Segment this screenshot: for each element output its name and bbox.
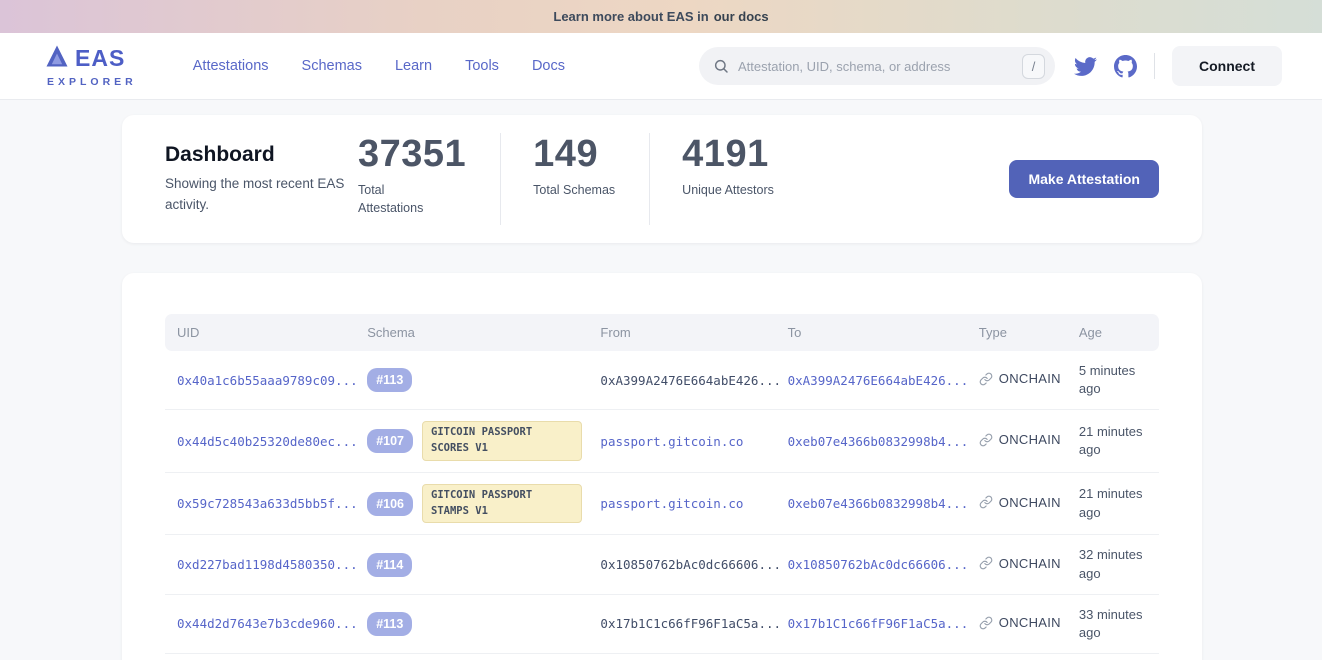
make-attestation-button[interactable]: Make Attestation (1009, 160, 1159, 198)
stat-unique-attestors: 4191 Unique Attestors (682, 133, 774, 225)
header: EAS EXPLORER Attestations Schemas Learn … (0, 33, 1322, 100)
stat-value: 37351 (358, 133, 466, 177)
chain-link-icon (979, 433, 993, 447)
twitter-icon[interactable] (1074, 55, 1097, 78)
connect-button[interactable]: Connect (1172, 46, 1282, 86)
nav-tools[interactable]: Tools (465, 58, 499, 74)
uid-link[interactable]: 0x59c728543a633d5bb5f... (177, 496, 358, 511)
column-header-type: Type (967, 314, 1067, 351)
age-text: 39 minutes ago (1067, 654, 1159, 660)
schema-id-badge[interactable]: #114 (367, 553, 412, 577)
to-link[interactable]: 0xeb07e4366b0832998b4... (788, 434, 969, 449)
search-input[interactable] (738, 59, 1013, 74)
banner-docs-link[interactable]: our docs (714, 9, 769, 24)
schema-name-badge[interactable]: GITCOIN PASSPORT SCORES V1 (422, 421, 582, 461)
type-label: ONCHAIN (999, 495, 1061, 510)
stat-value: 149 (533, 133, 615, 177)
from-link[interactable]: passport.gitcoin.co (600, 496, 743, 511)
attestations-table-card: UID Schema From To Type Age 0x40a1c6b55a… (122, 273, 1202, 660)
schema-id-badge[interactable]: #107 (367, 429, 413, 453)
social-links (1074, 55, 1137, 78)
table-row: 0xd227bad1198d4580350... #114 0x10850762… (165, 535, 1159, 594)
table-row: 0x44d2d7643e7b3cde960... #113 0x17b1C1c6… (165, 594, 1159, 653)
announcement-banner: Learn more about EAS in our docs (0, 0, 1322, 33)
eas-triangle-icon (45, 44, 69, 73)
to-link[interactable]: 0xA399A2476E664abE426... (788, 373, 969, 388)
page-subtitle: Showing the most recent EAS activity. (165, 174, 345, 216)
chain-link-icon (979, 372, 993, 386)
main-nav: Attestations Schemas Learn Tools Docs (193, 58, 565, 74)
age-text: 21 minutes ago (1067, 410, 1159, 473)
from-link[interactable]: 0xA399A2476E664abE426... (600, 373, 781, 388)
nav-schemas[interactable]: Schemas (302, 58, 362, 74)
nav-docs[interactable]: Docs (532, 58, 565, 74)
table-row: 0x44d5c40b25320de80ec... #107 GITCOIN PA… (165, 410, 1159, 473)
table-header-row: UID Schema From To Type Age (165, 314, 1159, 351)
type-label: ONCHAIN (999, 371, 1061, 386)
chain-link-icon (979, 616, 993, 630)
nav-learn[interactable]: Learn (395, 58, 432, 74)
from-link[interactable]: 0x10850762bAc0dc66606... (600, 557, 781, 572)
stat-label: Total Schemas (533, 181, 615, 200)
type-label: ONCHAIN (999, 556, 1061, 571)
table-row: 0x59c728543a633d5bb5f... #106 GITCOIN PA… (165, 472, 1159, 535)
search-bar[interactable]: / (699, 47, 1055, 85)
chain-link-icon (979, 495, 993, 509)
column-header-uid: UID (165, 314, 355, 351)
from-link[interactable]: 0x17b1C1c66fF96F1aC5a... (600, 616, 781, 631)
github-icon[interactable] (1114, 55, 1137, 78)
header-divider (1154, 53, 1155, 79)
slash-shortcut-badge: / (1022, 54, 1045, 79)
search-icon (713, 58, 729, 74)
type-label: ONCHAIN (999, 432, 1061, 447)
schema-id-badge[interactable]: #106 (367, 492, 413, 516)
table-row: 0xcfc68a268e8ec9260a8... #107 GITCOIN PA… (165, 654, 1159, 660)
schema-id-badge[interactable]: #113 (367, 368, 412, 392)
eas-logo[interactable]: EAS EXPLORER (45, 44, 137, 88)
stat-value: 4191 (682, 133, 774, 177)
schema-id-badge[interactable]: #113 (367, 612, 412, 636)
banner-text: Learn more about EAS in (553, 9, 708, 24)
age-text: 32 minutes ago (1067, 535, 1159, 594)
uid-link[interactable]: 0x40a1c6b55aaa9789c09... (177, 373, 358, 388)
to-link[interactable]: 0x10850762bAc0dc66606... (788, 557, 969, 572)
stat-total-schemas: 149 Total Schemas (533, 133, 650, 225)
table-row: 0x40a1c6b55aaa9789c09... #113 0xA399A247… (165, 351, 1159, 410)
uid-link[interactable]: 0xd227bad1198d4580350... (177, 557, 358, 572)
stat-total-attestations: 37351 Total Attestations (358, 133, 501, 225)
stat-label: Total Attestations (358, 181, 440, 219)
column-header-from: From (588, 314, 775, 351)
dashboard-card: Dashboard Showing the most recent EAS ac… (122, 115, 1202, 243)
logo-title: EAS (75, 47, 125, 70)
uid-link[interactable]: 0x44d2d7643e7b3cde960... (177, 616, 358, 631)
page-title: Dashboard (165, 143, 358, 167)
stats-row: 37351 Total Attestations 149 Total Schem… (358, 133, 774, 225)
to-link[interactable]: 0xeb07e4366b0832998b4... (788, 496, 969, 511)
age-text: 21 minutes ago (1067, 472, 1159, 535)
stat-label: Unique Attestors (682, 181, 774, 200)
attestations-table: UID Schema From To Type Age 0x40a1c6b55a… (165, 314, 1159, 660)
nav-attestations[interactable]: Attestations (193, 58, 269, 74)
logo-subtitle: EXPLORER (47, 76, 137, 88)
age-text: 33 minutes ago (1067, 594, 1159, 653)
type-label: ONCHAIN (999, 615, 1061, 630)
column-header-age: Age (1067, 314, 1159, 351)
uid-link[interactable]: 0x44d5c40b25320de80ec... (177, 434, 358, 449)
schema-name-badge[interactable]: GITCOIN PASSPORT STAMPS V1 (422, 484, 582, 524)
from-link[interactable]: passport.gitcoin.co (600, 434, 743, 449)
column-header-to: To (776, 314, 967, 351)
to-link[interactable]: 0x17b1C1c66fF96F1aC5a... (788, 616, 969, 631)
column-header-schema: Schema (355, 314, 588, 351)
chain-link-icon (979, 556, 993, 570)
age-text: 5 minutes ago (1067, 351, 1159, 410)
